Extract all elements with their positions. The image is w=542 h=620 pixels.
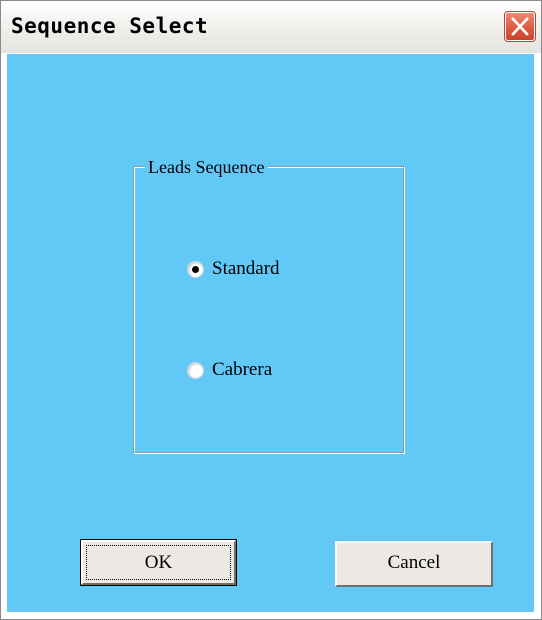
close-icon xyxy=(511,17,529,36)
cancel-button[interactable]: Cancel xyxy=(335,541,493,587)
ok-button[interactable]: OK xyxy=(80,539,237,586)
cabrera-radio-option[interactable]: Cabrera xyxy=(187,359,272,381)
close-button[interactable] xyxy=(504,11,536,42)
standard-radio-option[interactable]: Standard xyxy=(187,258,280,280)
cabrera-radio-label[interactable]: Cabrera xyxy=(212,359,272,381)
window-title: Sequence Select xyxy=(11,14,209,38)
ok-button-label: OK xyxy=(86,545,231,580)
radio-checked-icon[interactable] xyxy=(187,260,204,278)
title-bar[interactable]: Sequence Select xyxy=(1,1,541,53)
radio-unchecked-icon[interactable] xyxy=(187,361,204,379)
standard-radio-label[interactable]: Standard xyxy=(212,258,280,280)
radio-dot xyxy=(192,265,199,273)
group-label: Leads Sequence xyxy=(145,157,269,177)
sequence-select-dialog: Sequence Select Leads Sequence Standard … xyxy=(0,0,542,620)
leads-sequence-groupbox xyxy=(133,166,404,453)
dialog-client-area: Leads Sequence Standard Cabrera OK Cance… xyxy=(7,54,534,612)
